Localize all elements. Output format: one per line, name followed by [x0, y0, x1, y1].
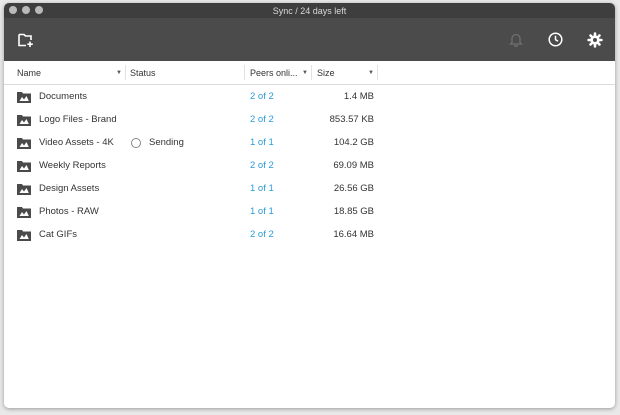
folder-name: Video Assets - 4K	[39, 137, 114, 148]
peers-online-link[interactable]: 1 of 1	[250, 131, 274, 154]
bell-icon	[509, 33, 523, 47]
settings-button[interactable]	[584, 18, 606, 61]
table-row[interactable]: Documents 2 of 2 1.4 MB	[4, 85, 615, 108]
column-divider[interactable]	[125, 65, 126, 80]
column-divider[interactable]	[311, 65, 312, 80]
gear-icon	[587, 31, 603, 48]
table-row[interactable]: Video Assets - 4K Sending 1 of 1 104.2 G…	[4, 131, 615, 154]
title-bar: Sync / 24 days left	[4, 3, 615, 18]
folder-name: Photos - RAW	[39, 206, 99, 217]
add-folder-button[interactable]	[15, 18, 37, 61]
folder-name: Documents	[39, 91, 88, 102]
folder-name: Logo Files - Brand	[39, 114, 117, 125]
peers-online-link[interactable]: 2 of 2	[250, 154, 274, 177]
sort-down-icon: ▼	[116, 69, 122, 76]
folder-name-cell[interactable]: Documents	[17, 85, 87, 108]
folder-icon	[17, 137, 31, 149]
folder-name-cell[interactable]: Weekly Reports	[17, 154, 106, 177]
status-text: Sending	[149, 137, 184, 148]
table-row[interactable]: Weekly Reports 2 of 2 69.09 MB	[4, 154, 615, 177]
folder-name-cell[interactable]: Logo Files - Brand	[17, 108, 117, 131]
column-header-peers[interactable]: Peers onli... ▼	[250, 61, 308, 84]
folder-size: 26.56 GB	[333, 183, 374, 194]
table-row[interactable]: Design Assets 1 of 1 26.56 GB	[4, 177, 615, 200]
folder-add-icon	[18, 33, 33, 47]
folder-name-cell[interactable]: Photos - RAW	[17, 200, 99, 223]
sort-down-icon: ▼	[302, 69, 308, 76]
notifications-button[interactable]	[505, 18, 527, 61]
sync-status-icon	[131, 137, 141, 148]
folder-name: Cat GIFs	[39, 229, 78, 240]
folder-icon	[17, 229, 31, 241]
column-header-size[interactable]: Size ▼	[317, 61, 374, 84]
zoom-window-button[interactable]	[35, 6, 43, 14]
close-window-button[interactable]	[9, 6, 17, 14]
folder-name: Weekly Reports	[39, 160, 106, 171]
sort-down-icon: ▼	[368, 69, 374, 76]
peers-online-link[interactable]: 1 of 1	[250, 177, 274, 200]
folder-icon	[17, 183, 31, 195]
folder-size: 18.85 GB	[333, 206, 374, 217]
peers-online-link[interactable]: 2 of 2	[250, 108, 274, 131]
folder-size: 16.64 MB	[333, 229, 374, 240]
folder-size: 69.09 MB	[333, 160, 374, 171]
peers-online-link[interactable]: 2 of 2	[250, 223, 274, 246]
folder-size: 1.4 MB	[343, 91, 374, 102]
table-row[interactable]: Photos - RAW 1 of 1 18.85 GB	[4, 200, 615, 223]
folder-status-cell: Sending	[131, 131, 184, 154]
app-window: Sync / 24 days left Name ▼ Status Peers …	[4, 3, 615, 408]
folder-size: 104.2 GB	[333, 137, 374, 148]
window-controls	[9, 6, 43, 14]
toolbar	[4, 18, 615, 61]
column-header-status[interactable]: Status	[130, 61, 240, 84]
clock-icon	[547, 32, 563, 47]
window-title: Sync / 24 days left	[272, 5, 347, 16]
peers-online-link[interactable]: 1 of 1	[250, 200, 274, 223]
table-row[interactable]: Logo Files - Brand 2 of 2 853.57 KB	[4, 108, 615, 131]
folder-icon	[17, 114, 31, 126]
folder-icon	[17, 206, 31, 218]
folder-icon	[17, 91, 31, 103]
folder-name: Design Assets	[39, 183, 100, 194]
folder-name-cell[interactable]: Design Assets	[17, 177, 99, 200]
peers-online-link[interactable]: 2 of 2	[250, 85, 274, 108]
folder-size: 853.57 KB	[329, 114, 374, 125]
table-row[interactable]: Cat GIFs 2 of 2 16.64 MB	[4, 223, 615, 246]
folder-name-cell[interactable]: Cat GIFs	[17, 223, 77, 246]
folder-name-cell[interactable]: Video Assets - 4K	[17, 131, 114, 154]
column-header-name[interactable]: Name ▼	[17, 61, 122, 84]
column-divider[interactable]	[244, 65, 245, 80]
table-header: Name ▼ Status Peers onli... ▼ Size ▼	[4, 61, 615, 85]
column-divider[interactable]	[377, 65, 378, 80]
history-button[interactable]	[544, 18, 566, 61]
minimize-window-button[interactable]	[22, 6, 30, 14]
folder-icon	[17, 160, 31, 172]
